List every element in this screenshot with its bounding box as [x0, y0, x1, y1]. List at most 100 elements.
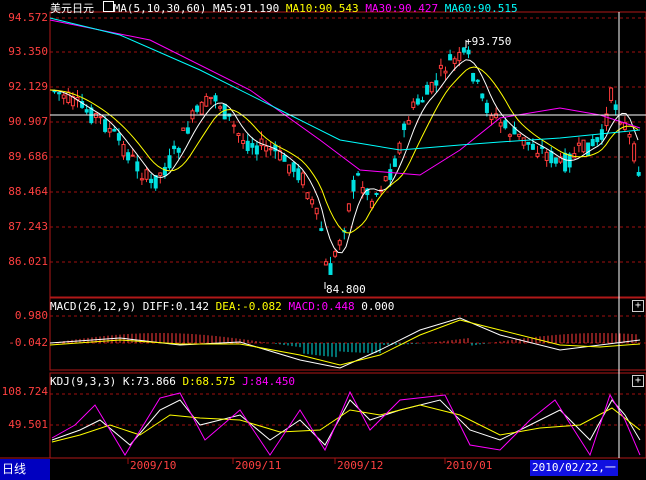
- candle-body: [452, 58, 457, 64]
- candle-body: [264, 145, 269, 152]
- candle-body: [402, 123, 407, 131]
- candle-body: [351, 179, 356, 192]
- candle-body: [84, 109, 89, 113]
- price-axis-label: 93.350: [8, 45, 48, 58]
- candle-body: [268, 148, 273, 151]
- candle-body: [98, 116, 103, 119]
- candle-body: [103, 119, 108, 132]
- date-label: 2009/11: [235, 459, 282, 472]
- candle-body: [112, 128, 117, 132]
- j-line: [51, 390, 641, 457]
- kdj-d: D:68.575: [182, 375, 236, 388]
- candle-body: [489, 115, 494, 121]
- candle-body: [549, 150, 554, 164]
- candle-body: [498, 122, 503, 127]
- candle-body: [576, 142, 581, 146]
- candle-body: [172, 145, 177, 150]
- candle-body: [250, 143, 255, 148]
- panel-frame: [49, 11, 646, 298]
- candle-body: [415, 98, 420, 105]
- candle-body: [397, 142, 402, 154]
- high-annotation: +93.750: [465, 35, 512, 48]
- candle-body: [222, 103, 227, 120]
- price-axis-label: 88.464: [8, 185, 48, 198]
- macd-histogram: [51, 333, 637, 358]
- macd-value: MACD:0.448: [288, 300, 355, 313]
- candle-body: [176, 147, 181, 153]
- candle-body: [590, 138, 595, 147]
- candle-body: [61, 94, 66, 99]
- candle-body: [632, 143, 637, 162]
- expand-icon[interactable]: +: [632, 375, 644, 387]
- low-annotation: 84.800: [326, 283, 366, 296]
- macd-axis-label: -0.042: [8, 336, 48, 349]
- price-axis-label: 92.129: [8, 80, 48, 93]
- macd-dea: DEA:-0.082: [215, 300, 282, 313]
- candle-body: [595, 137, 600, 143]
- ma-icon: [102, 1, 114, 12]
- candle-body: [553, 157, 558, 164]
- candle-body: [231, 124, 236, 127]
- candle-body: [139, 178, 144, 181]
- price-axis-label: 89.686: [8, 150, 48, 163]
- macd-header: MACD(26,12,9) DIFF:0.142 DEA:-0.082 MACD…: [50, 300, 394, 313]
- date-label: 2009/10: [130, 459, 177, 472]
- candle-body: [305, 192, 310, 200]
- candle-body: [144, 169, 149, 180]
- date-label: 2009/12: [337, 459, 384, 472]
- candle-body: [130, 154, 135, 157]
- price-axis-label: 94.572: [8, 11, 48, 24]
- kdj-label: KDJ(9,3,3): [50, 375, 117, 388]
- k-line: [51, 399, 641, 446]
- candle-body: [149, 178, 154, 184]
- candle-body: [185, 127, 190, 134]
- candle-body: [627, 133, 632, 138]
- ma-label: MA(5,10,30,60): [113, 2, 207, 15]
- candle-body: [457, 51, 462, 62]
- candle-body: [503, 120, 508, 129]
- price-axis-label: 86.021: [8, 255, 48, 268]
- candle-body: [346, 203, 351, 212]
- candle-body: [195, 105, 200, 112]
- candle-body: [356, 173, 361, 176]
- stock-chart[interactable]: [0, 0, 646, 480]
- candle-body: [153, 175, 158, 189]
- candle-body: [121, 144, 126, 157]
- candle-body: [461, 47, 466, 53]
- candle-body: [636, 172, 641, 176]
- candle-body: [199, 101, 204, 115]
- candle-body: [158, 172, 163, 177]
- candle-body: [333, 251, 338, 257]
- candle-body: [116, 133, 121, 141]
- macd-extra: 0.000: [361, 300, 395, 313]
- candle-body: [392, 158, 397, 167]
- candle-body: [126, 152, 131, 161]
- candle-body: [420, 100, 425, 103]
- expand-icon[interactable]: +: [632, 300, 644, 312]
- candle-body: [471, 73, 476, 82]
- candle-body: [544, 151, 549, 162]
- candle-body: [599, 129, 604, 140]
- candle-body: [521, 137, 526, 146]
- candle-body: [613, 104, 618, 110]
- candle-body: [57, 92, 62, 95]
- kdj-k: K:73.866: [122, 375, 176, 388]
- candle-body: [282, 154, 287, 162]
- candle-body: [526, 141, 531, 145]
- candle-body: [204, 95, 209, 107]
- candle-body: [323, 261, 328, 266]
- candle-body: [530, 143, 535, 150]
- candle-body: [388, 169, 393, 180]
- candle-body: [586, 142, 591, 157]
- moving-averages: [49, 17, 641, 254]
- candle-body: [93, 113, 98, 118]
- candle-body: [434, 80, 439, 86]
- cursor-date: 2010/02/22,一: [530, 460, 618, 476]
- kdj-j: J:84.450: [242, 375, 296, 388]
- kdj-lines: [51, 390, 641, 457]
- macd-label: MACD(26,12,9): [50, 300, 137, 313]
- candle-body: [337, 240, 342, 246]
- period-tab[interactable]: 日线: [0, 459, 50, 480]
- macd-diff: DIFF:0.142: [142, 300, 209, 313]
- candle-body: [480, 93, 485, 99]
